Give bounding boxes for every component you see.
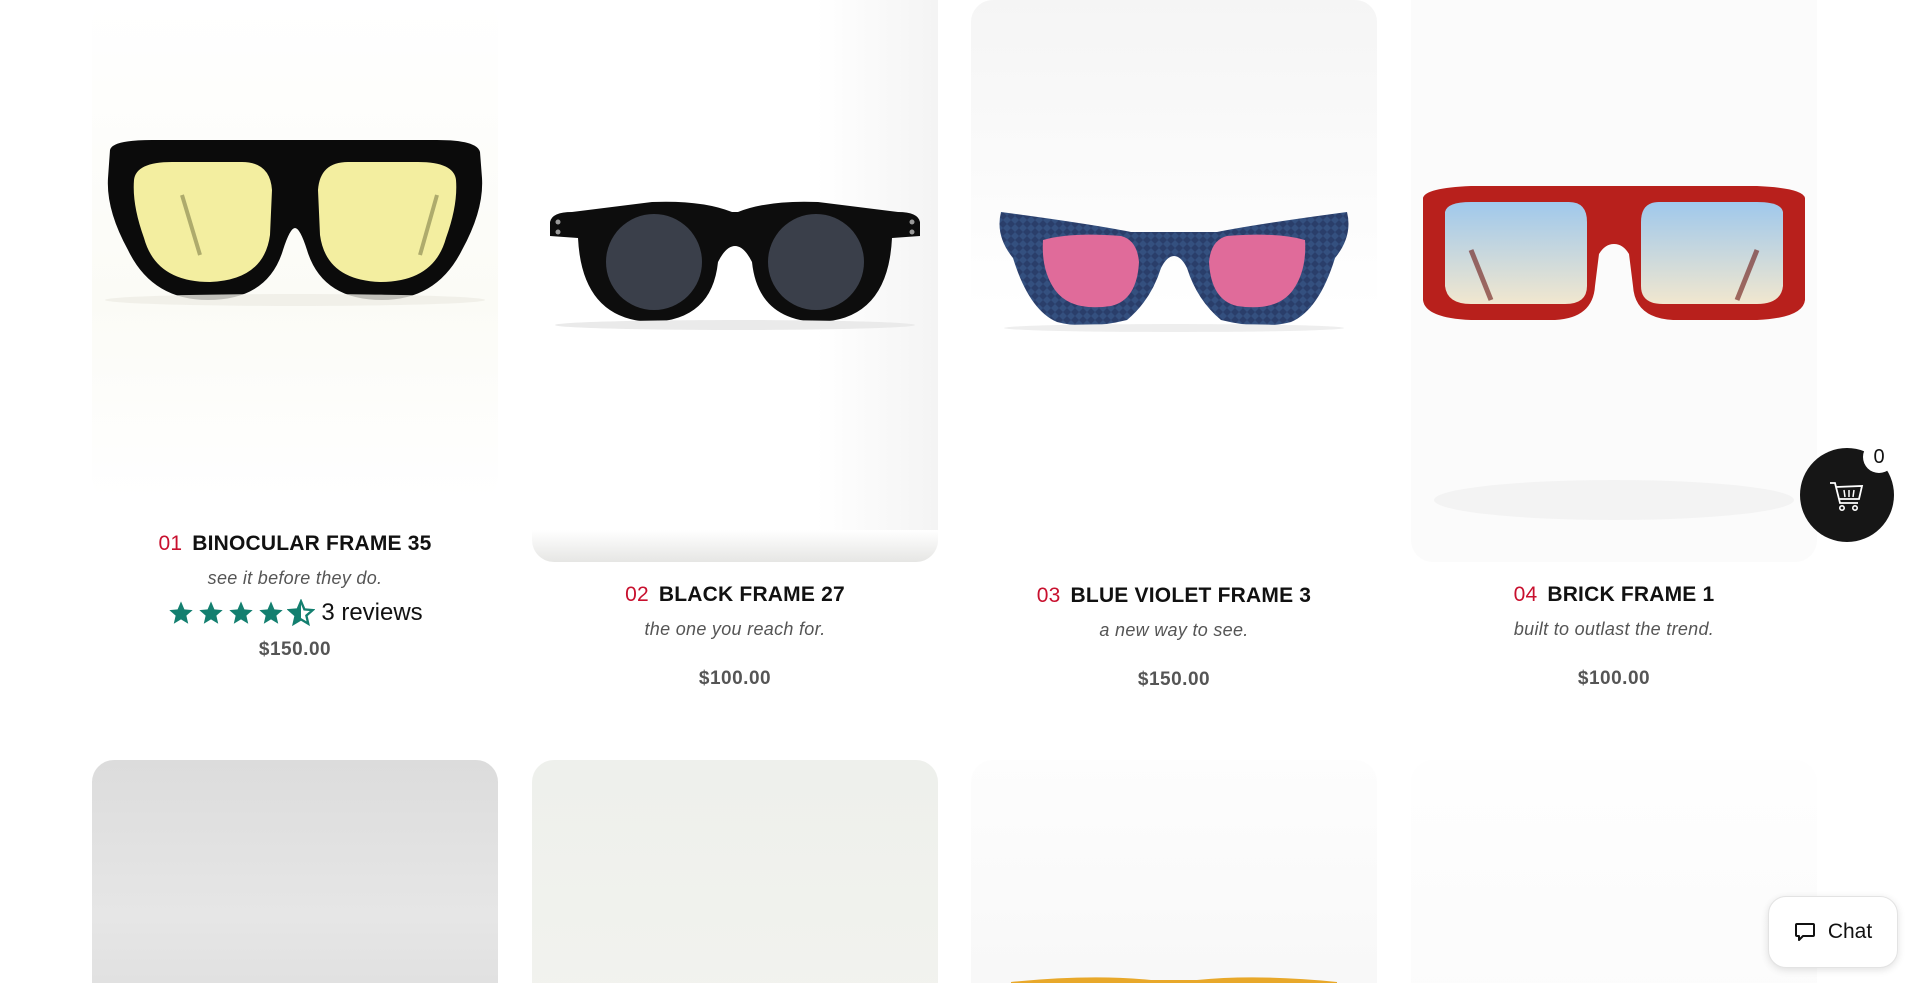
product-tagline: the one you reach for. [644, 619, 826, 639]
product-tagline: a new way to see. [1099, 620, 1249, 640]
product-image[interactable] [92, 0, 498, 500]
product-info: 03 BLUE VIOLET FRAME 3 a new way to see. … [971, 584, 1377, 691]
product-card[interactable]: 02 BLACK FRAME 27 the one you reach for. … [532, 0, 938, 700]
product-card[interactable]: 04 BRICK FRAME 1 built to outlast the tre… [1411, 0, 1817, 700]
product-image[interactable] [532, 760, 938, 983]
product-card[interactable] [971, 760, 1377, 983]
half-star-icon [287, 599, 316, 627]
star-icon [169, 601, 193, 624]
product-card[interactable] [92, 760, 498, 983]
star-icon [199, 601, 223, 624]
product-price: $150.00 [1137, 669, 1211, 690]
product-number: 04 [1513, 583, 1538, 606]
product-name: BLACK FRAME 27 [658, 583, 845, 606]
product-card[interactable] [532, 760, 938, 983]
review-count[interactable]: 3 reviews [321, 599, 422, 627]
product-number: 02 [625, 583, 649, 606]
product-title[interactable]: 02 BLACK FRAME 27 [532, 583, 938, 607]
product-card[interactable]: 01 BINOCULAR FRAME 35 see it before they … [92, 0, 498, 700]
product-price: $100.00 [1577, 668, 1651, 689]
product-image[interactable] [971, 760, 1377, 983]
cart-icon [1830, 482, 1864, 511]
product-image[interactable] [532, 0, 938, 562]
product-name: BRICK FRAME 1 [1547, 583, 1715, 606]
product-card[interactable]: 03 BLUE VIOLET FRAME 3 a new way to see. … [971, 0, 1377, 700]
product-image[interactable] [92, 760, 498, 983]
product-card[interactable] [1411, 760, 1817, 983]
product-image[interactable] [1411, 0, 1817, 562]
product-title[interactable]: 01 BINOCULAR FRAME 35 [92, 532, 498, 556]
product-grid-row-2 [0, 760, 1920, 983]
product-price: $100.00 [698, 668, 772, 689]
star-icon [259, 601, 283, 624]
product-name: BLUE VIOLET FRAME 3 [1070, 584, 1312, 607]
chat-bubble-icon [1794, 923, 1815, 941]
product-tagline: built to outlast the trend. [1513, 619, 1715, 639]
product-title[interactable]: 03 BLUE VIOLET FRAME 3 [971, 584, 1377, 608]
product-info: 01 BINOCULAR FRAME 35 see it before they … [92, 532, 498, 661]
product-price: $150.00 [258, 639, 332, 660]
product-number: 03 [1036, 584, 1061, 607]
product-image[interactable] [1411, 760, 1817, 983]
star-icon [229, 601, 253, 624]
product-info: 02 BLACK FRAME 27 the one you reach for. … [532, 583, 938, 690]
star-rating[interactable]: 3 reviews [92, 599, 498, 627]
cart-count-badge: 0 [1863, 441, 1895, 473]
product-tagline: see it before they do. [207, 568, 383, 588]
product-name: BINOCULAR FRAME 35 [192, 532, 432, 555]
product-image[interactable] [971, 0, 1377, 562]
product-number: 01 [158, 532, 183, 555]
chat-label: Chat [1827, 920, 1873, 943]
product-title[interactable]: 04 BRICK FRAME 1 [1411, 583, 1817, 607]
product-info: 04 BRICK FRAME 1 built to outlast the tre… [1411, 583, 1817, 690]
chat-button[interactable]: Chat [1768, 896, 1898, 968]
